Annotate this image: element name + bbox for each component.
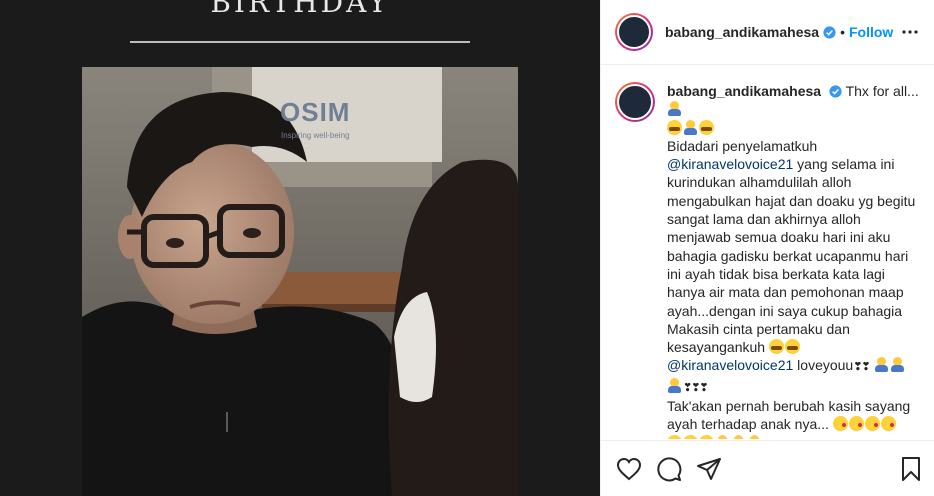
caption-lead: Thx for all... xyxy=(845,83,919,99)
praying-emoji-icon xyxy=(715,434,730,439)
praying-emoji-icon xyxy=(667,101,682,117)
kiss-emoji-icon xyxy=(864,416,880,432)
praying-emoji-icon xyxy=(747,434,762,439)
hearts-emoji-icon: ❣❣❣ xyxy=(683,381,709,394)
caption-line-bidadari: Bidadari penyelamatkuh xyxy=(667,137,818,154)
heart-icon[interactable] xyxy=(615,455,643,483)
post-photo: OSIM Inspiring well-being xyxy=(82,67,518,496)
praying-emoji-icon xyxy=(874,357,889,373)
overlay-divider xyxy=(130,41,470,43)
post-media[interactable]: BIRTHDAY OSIM Inspiring well-being xyxy=(0,0,600,496)
caption-loveyou: loveyouu xyxy=(797,357,854,374)
caption-text: babang_andikamahesa Thx for all... Bidad… xyxy=(667,82,923,439)
smile-emoji-icon xyxy=(683,434,698,439)
caption-body: yang selama ini kurindukan alhamdulilah … xyxy=(667,156,916,356)
crying-emoji-icon xyxy=(699,119,714,135)
praying-emoji-icon xyxy=(890,357,905,373)
caption-avatar[interactable] xyxy=(615,82,655,122)
crying-emoji-icon xyxy=(667,119,682,135)
overlay-title: BIRTHDAY xyxy=(210,0,390,19)
bookmark-icon[interactable] xyxy=(897,455,925,483)
comment-icon[interactable] xyxy=(655,455,683,483)
header-separator: • xyxy=(840,24,845,40)
praying-emoji-icon xyxy=(667,377,682,393)
follow-button[interactable]: Follow xyxy=(849,24,893,40)
praying-emoji-icon xyxy=(683,119,698,135)
kiss-emoji-icon xyxy=(832,416,848,432)
crying-emoji-icon xyxy=(768,339,784,355)
author-avatar[interactable] xyxy=(615,13,653,51)
caption-mention[interactable]: @kiranavelovoice21 xyxy=(667,156,793,172)
smile-emoji-icon xyxy=(667,434,682,439)
post-side-panel: babang_andikamahesa • Follow babang_andi… xyxy=(600,0,934,496)
praying-emoji-icon xyxy=(731,434,746,439)
caption-area[interactable]: babang_andikamahesa Thx for all... Bidad… xyxy=(615,82,925,439)
kiss-emoji-icon xyxy=(848,416,864,432)
author-username[interactable]: babang_andikamahesa xyxy=(665,24,819,40)
crying-emoji-icon xyxy=(784,339,800,355)
caption-username[interactable]: babang_andikamahesa xyxy=(667,83,821,99)
caption-mention[interactable]: @kiranavelovoice21 xyxy=(667,357,793,373)
sign-brand: OSIM xyxy=(280,97,351,127)
kiss-emoji-icon xyxy=(880,416,896,432)
smile-emoji-icon xyxy=(699,434,714,439)
verified-badge-icon xyxy=(823,25,836,39)
hearts-emoji-icon: ❣❣ xyxy=(853,361,870,374)
verified-badge-icon xyxy=(829,85,842,98)
sign-tagline: Inspiring well-being xyxy=(281,131,350,140)
more-options-icon[interactable] xyxy=(898,20,922,44)
post-actions xyxy=(601,440,934,496)
share-icon[interactable] xyxy=(695,455,723,483)
post-header: babang_andikamahesa • Follow xyxy=(601,0,934,65)
